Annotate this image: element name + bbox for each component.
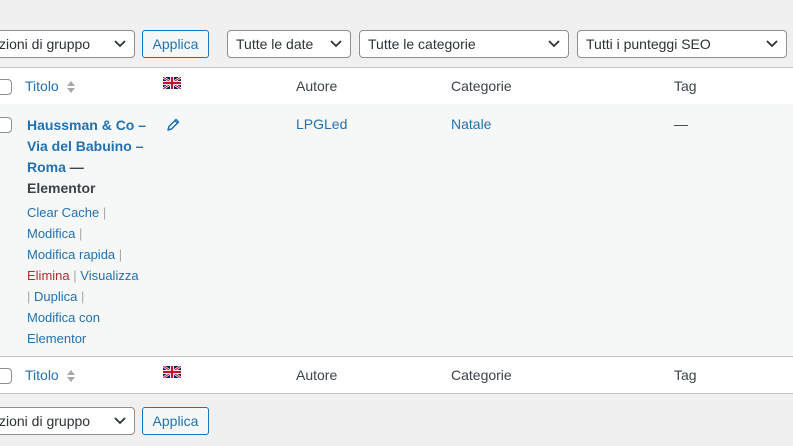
edit-with-elementor-link[interactable]: Modifica con Elementor bbox=[27, 310, 100, 346]
column-title-sort-footer[interactable]: Titolo bbox=[25, 367, 59, 383]
post-author-link[interactable]: LPGLed bbox=[296, 116, 347, 132]
action-separator: | bbox=[27, 289, 31, 304]
apply-button-bottom[interactable]: Applica bbox=[142, 407, 209, 435]
pencil-icon[interactable] bbox=[165, 117, 181, 133]
bulk-actions-select-bottom[interactable]: zioni di gruppo bbox=[0, 407, 135, 435]
table-footer: Titolo Autore Categorie Tag bbox=[0, 356, 793, 394]
chevron-down-icon bbox=[548, 40, 560, 48]
column-categories: Categorie bbox=[451, 78, 512, 94]
action-separator: | bbox=[73, 268, 77, 283]
post-category-link[interactable]: Natale bbox=[451, 116, 491, 132]
action-separator: | bbox=[102, 205, 107, 220]
select-all-checkbox[interactable] bbox=[0, 79, 12, 95]
seo-filter-select[interactable]: Tutti i punteggi SEO bbox=[577, 30, 787, 58]
column-title-sort[interactable]: Titolo bbox=[25, 78, 59, 94]
table-header: Titolo Autore Categorie Tag bbox=[0, 67, 793, 105]
row-actions: Clear Cache | Modifica | Modifica rapida… bbox=[27, 202, 147, 349]
sort-arrows-icon[interactable] bbox=[66, 80, 76, 94]
quick-edit-link[interactable]: Modifica rapida bbox=[27, 247, 115, 262]
apply-button[interactable]: Applica bbox=[142, 30, 209, 58]
column-tags-footer: Tag bbox=[674, 367, 697, 383]
duplicate-link[interactable]: Duplica bbox=[34, 289, 77, 304]
chevron-down-icon bbox=[114, 40, 126, 48]
uk-flag-icon bbox=[163, 366, 181, 378]
delete-link[interactable]: Elimina bbox=[27, 268, 70, 283]
post-tags-value: — bbox=[674, 116, 688, 132]
chevron-down-icon bbox=[330, 40, 342, 48]
dates-filter-value: Tutte le date bbox=[236, 36, 314, 52]
seo-filter-value: Tutti i punteggi SEO bbox=[586, 36, 711, 52]
column-tags: Tag bbox=[674, 78, 697, 94]
clear-cache-link[interactable]: Clear Cache bbox=[27, 205, 99, 220]
uk-flag-icon bbox=[163, 77, 181, 89]
bulk-actions-value: zioni di gruppo bbox=[0, 36, 91, 52]
action-separator: | bbox=[118, 247, 123, 262]
column-author: Autore bbox=[296, 78, 338, 94]
edit-link[interactable]: Modifica bbox=[27, 226, 75, 241]
dates-filter-select[interactable]: Tutte le date bbox=[227, 30, 351, 58]
view-link[interactable]: Visualizza bbox=[80, 268, 138, 283]
select-all-checkbox-footer[interactable] bbox=[0, 368, 12, 384]
sort-arrows-icon[interactable] bbox=[66, 369, 76, 383]
column-author-footer: Autore bbox=[296, 367, 338, 383]
row-checkbox[interactable] bbox=[0, 117, 12, 133]
bulk-actions-value-bottom: zioni di gruppo bbox=[0, 413, 91, 429]
action-separator: | bbox=[81, 289, 85, 304]
categories-filter-value: Tutte le categorie bbox=[368, 36, 476, 52]
chevron-down-icon bbox=[766, 40, 778, 48]
bulk-actions-select[interactable]: zioni di gruppo bbox=[0, 30, 135, 58]
post-title[interactable]: Haussman & Co – Via del Babuino – Roma bbox=[27, 117, 146, 175]
post-title-link[interactable]: Haussman & Co – Via del Babuino – Roma —… bbox=[27, 115, 152, 199]
categories-filter-select[interactable]: Tutte le categorie bbox=[359, 30, 569, 58]
action-separator: | bbox=[79, 226, 83, 241]
column-categories-footer: Categorie bbox=[451, 367, 512, 383]
chevron-down-icon bbox=[114, 417, 126, 425]
